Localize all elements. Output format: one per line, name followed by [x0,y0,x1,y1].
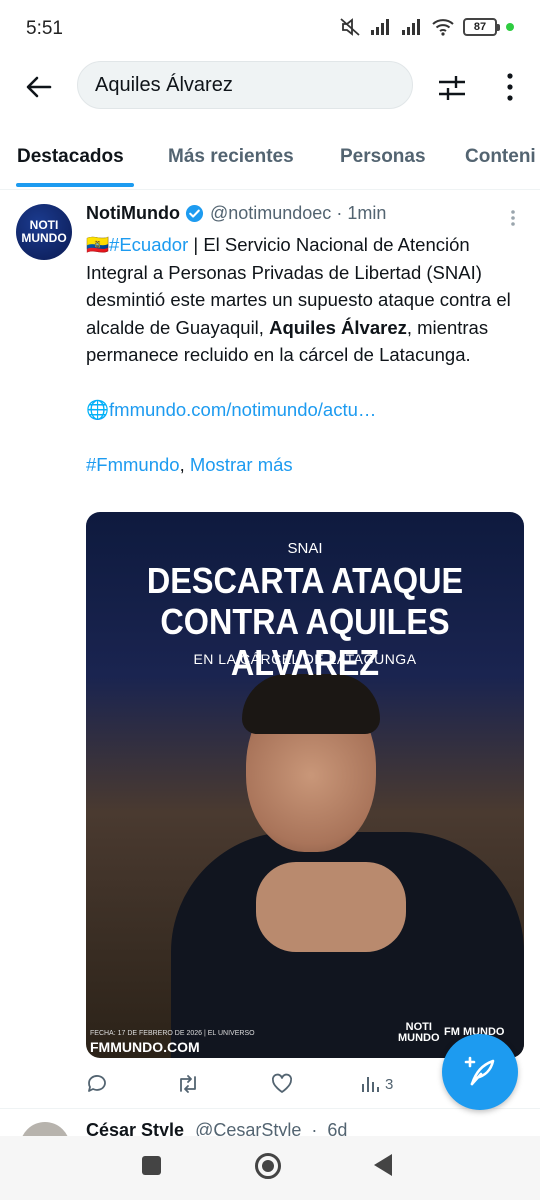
media-site: FMMUNDO.COM [90,1039,200,1055]
mute-icon [340,18,360,36]
views-button[interactable]: 3 [360,1074,393,1094]
system-nav-bar [0,1136,540,1200]
media-headline-line2: CONTRA AQUILES ALVAREZ [160,601,450,683]
views-count: 3 [385,1075,394,1093]
tab-destacados[interactable]: Destacados [17,146,124,168]
tweet-footer-line: #Fmmundo, Mostrar más [86,451,526,479]
media-notimundo-logo: NOTI MUNDO [398,1022,440,1044]
reply-button[interactable] [86,1073,108,1095]
signal-icon-2 [402,19,420,35]
author-handle[interactable]: @CesarStyle [195,1120,301,1136]
privacy-indicator-icon [506,23,514,31]
tweet[interactable]: NOTI MUNDO NotiMundo @notimundoec · 1min… [0,191,540,1109]
avatar[interactable] [20,1122,70,1136]
tweet-more-icon[interactable] [510,209,516,227]
retweet-button[interactable] [176,1073,200,1095]
battery-level: 87 [473,21,487,33]
media-logo1-bottom: MUNDO [398,1032,440,1044]
media-date-caption: FECHA: 17 DE FEBRERO DE 2026 | EL UNIVER… [90,1030,255,1037]
search-tabs: Destacados Más recientes Personas Conten… [0,130,540,190]
feather-plus-icon [464,1056,495,1086]
battery-icon: 87 [463,18,500,36]
wifi-icon [432,19,454,36]
more-vertical-icon[interactable] [498,70,522,104]
back-arrow-icon[interactable] [22,70,56,104]
flag-emoji: 🇪🇨 [86,234,110,255]
home-circle-icon[interactable] [255,1153,281,1179]
next-tweet[interactable]: César Style @CesarStyle · 6d [0,1110,540,1136]
media-person-hair [242,674,380,734]
avatar[interactable]: NOTI MUNDO [16,204,72,260]
show-more-link[interactable]: Mostrar más [190,454,293,475]
author-name[interactable]: César Style [86,1120,184,1136]
hashtag-ecuador[interactable]: #Ecuador [109,234,188,255]
tweet-actions: 3 [86,1071,486,1097]
active-tab-indicator [16,183,134,187]
tweet-header: NotiMundo @notimundoec · 1min [86,203,386,224]
reply-icon [88,1075,106,1092]
media-headline-line1: DESCARTA ATAQUE [146,560,464,601]
recents-square-icon[interactable] [142,1156,161,1175]
hashtag-fmmundo[interactable]: #Fmmundo [86,454,180,475]
like-button[interactable] [271,1073,293,1095]
tab-mas-recientes[interactable]: Más recientes [168,146,294,168]
tweet-time[interactable]: 6d [327,1120,347,1136]
globe-icon: 🌐 [86,399,110,420]
tweet-text: 🇪🇨#Ecuador | El Servicio Nacional de Ate… [86,231,526,479]
tweet-media-image[interactable]: SNAI DESCARTA ATAQUE CONTRA AQUILES ALVA… [86,512,524,1058]
media-kicker: SNAI [287,540,323,557]
tweet-link[interactable]: fmmundo.com/notimundo/actu… [109,399,376,420]
separator-dot: · [336,203,343,223]
back-triangle-icon[interactable] [374,1154,392,1176]
tweet-paragraph: 🇪🇨#Ecuador | El Servicio Nacional de Ate… [86,231,526,369]
heart-icon [271,1073,293,1093]
verified-badge-icon [185,204,204,223]
tweet-text-bold: Aquiles Álvarez [269,316,407,338]
status-icons: 87 [339,17,514,37]
separator-dot: · [311,1120,318,1136]
author-handle[interactable]: @notimundoec [210,203,331,224]
comma: , [179,454,190,475]
tab-personas[interactable]: Personas [340,146,426,168]
author-name[interactable]: NotiMundo [86,203,180,224]
filter-sliders-icon[interactable] [436,72,468,104]
avatar-text-bottom: MUNDO [21,231,67,245]
media-subheadline: EN LA CÁRCEL DE LATACUNGA [193,651,417,667]
views-chart-icon [362,1077,379,1092]
search-header: Aquiles Álvarez [0,60,540,115]
tab-contenido[interactable]: Conteni [465,146,536,168]
media-person-hands [256,862,406,952]
compose-tweet-button[interactable] [442,1034,518,1110]
status-time: 5:51 [26,18,63,39]
status-bar: 5:51 87 [0,0,540,60]
tweet-link-line: 🌐fmmundo.com/notimundo/actu… [86,396,526,424]
retweet-icon [180,1075,196,1093]
search-input[interactable]: Aquiles Álvarez [77,61,413,109]
signal-icon [371,19,389,35]
search-query: Aquiles Álvarez [95,73,233,96]
next-tweet-header: César Style @CesarStyle · 6d [86,1120,347,1136]
tweet-time[interactable]: 1min [347,203,386,224]
